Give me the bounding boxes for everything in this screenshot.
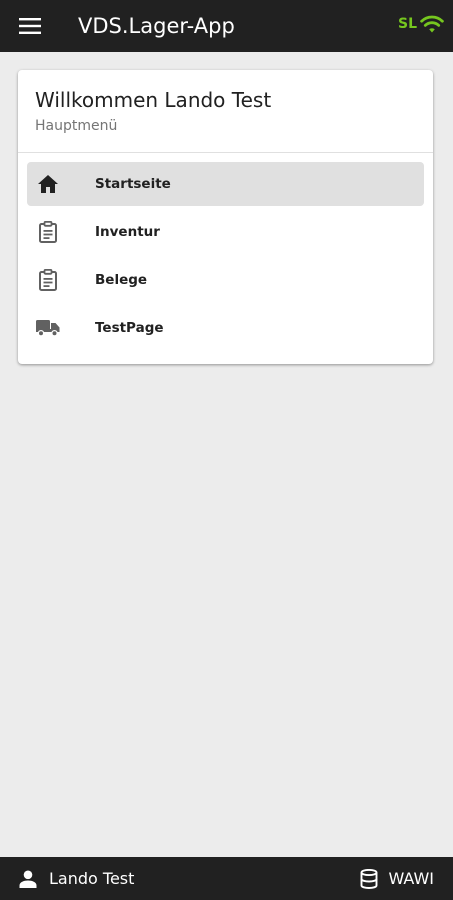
clipboard-icon: [36, 268, 60, 292]
menu-button[interactable]: [0, 0, 60, 52]
nav-item-label: TestPage: [95, 320, 164, 336]
main-menu-card: Willkommen Lando Test Hauptmenü Startsei…: [18, 70, 433, 364]
wifi-icon: [420, 15, 444, 33]
home-icon: [36, 172, 60, 196]
footer-bar: Lando Test WAWI: [0, 857, 453, 900]
clipboard-icon: [36, 220, 60, 244]
welcome-title: Willkommen Lando Test: [35, 88, 272, 112]
database-name: WAWI: [388, 869, 434, 888]
user-info[interactable]: Lando Test: [19, 869, 134, 888]
database-info[interactable]: WAWI: [360, 868, 434, 889]
nav-item-inventur[interactable]: Inventur: [27, 210, 424, 254]
card-subtitle: Hauptmenü: [35, 118, 118, 134]
database-icon: [360, 868, 378, 889]
status-label: SL: [397, 16, 417, 32]
truck-icon: [36, 316, 60, 340]
person-icon: [19, 870, 37, 888]
nav-item-label: Startseite: [95, 176, 171, 192]
connection-status[interactable]: SL: [398, 14, 444, 34]
app-bar: VDS.Lager-App SL: [0, 0, 453, 52]
nav-item-belege[interactable]: Belege: [27, 258, 424, 302]
nav-item-label: Belege: [95, 272, 148, 288]
nav-item-testpage[interactable]: TestPage: [27, 306, 424, 350]
menu-icon: [19, 18, 41, 34]
nav-item-label: Inventur: [95, 224, 160, 240]
app-title: VDS.Lager-App: [78, 14, 235, 38]
card-header: Willkommen Lando Test Hauptmenü: [18, 70, 433, 153]
nav-list: Startseite Inventur Belege TestPage: [18, 153, 433, 350]
nav-item-startseite[interactable]: Startseite: [27, 162, 424, 206]
user-name: Lando Test: [49, 869, 135, 888]
